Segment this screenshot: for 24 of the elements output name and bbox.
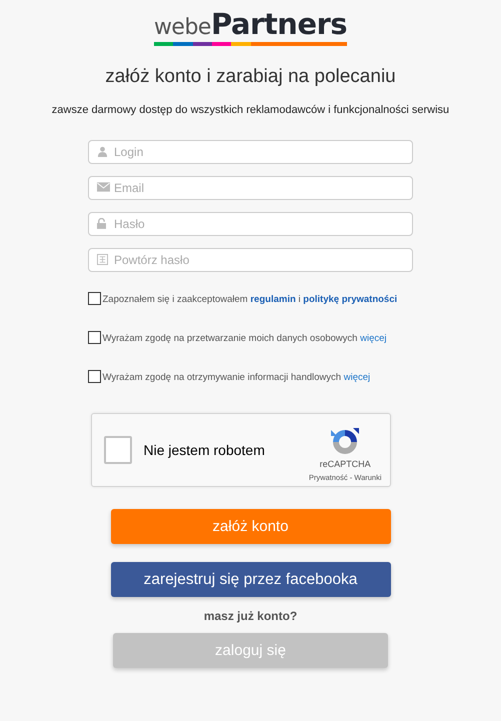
checkbox[interactable] [88, 331, 100, 344]
captcha-label: Nie jestem robotem [144, 442, 266, 458]
account-prompt: masz już konto? [204, 609, 298, 623]
link[interactable]: więcej [344, 372, 370, 383]
page-heading: załóż konto i zarabiaj na polecaniu [105, 66, 396, 88]
captcha-brand: reCAPTCHA [320, 459, 371, 469]
input-field[interactable]: Login [88, 140, 413, 164]
link[interactable]: politykę prywatności [303, 294, 398, 305]
user-icon [97, 146, 108, 157]
logo: webePartners [154, 10, 348, 46]
input-field[interactable]: Hasło [88, 212, 413, 236]
grid-icon [97, 254, 108, 265]
page-subheading: zawsze darmowy dostęp do wszystkich reklamodawców i funkcjonalności serwisu [52, 104, 450, 116]
consent-text: Wyrażam zgodę na przetwarzanie moich danych osobowych więcej [102, 333, 387, 344]
checkbox[interactable] [88, 370, 100, 383]
input-field[interactable]: Email [88, 176, 413, 200]
consent-text: Wyrażam zgodę na otrzymywanie informacji handlowych więcej [102, 372, 370, 383]
facebook-button[interactable]: zarejestruj się przez facebooka [110, 562, 390, 597]
input-field[interactable]: Powtórz hasło [88, 248, 413, 272]
link[interactable]: regulamin [250, 294, 296, 305]
checkbox[interactable] [88, 292, 100, 305]
link[interactable]: więcej [360, 333, 387, 344]
padlock-icon [97, 218, 106, 229]
consent-text: Zapoznałem się i zaakceptowałem regulamin i politykę prywatności [102, 294, 398, 305]
